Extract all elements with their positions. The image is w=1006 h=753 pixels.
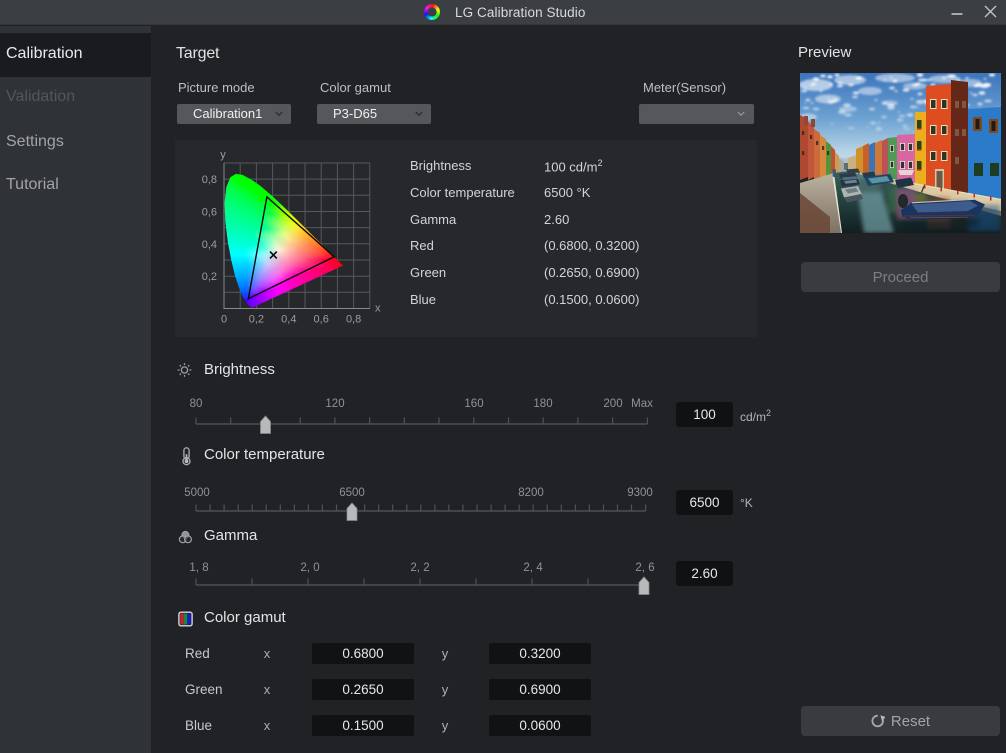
svg-text:0,6: 0,6: [202, 207, 217, 219]
svg-text:0,2: 0,2: [202, 271, 217, 283]
svg-text:y: y: [220, 149, 226, 161]
svg-text:0,6: 0,6: [314, 314, 329, 326]
svg-text:0,4: 0,4: [281, 314, 296, 326]
svg-text:0,8: 0,8: [346, 314, 361, 326]
svg-text:0,2: 0,2: [249, 314, 264, 326]
svg-text:0,4: 0,4: [202, 239, 217, 251]
svg-text:0,8: 0,8: [202, 174, 217, 186]
svg-text:0: 0: [221, 314, 227, 326]
svg-text:x: x: [375, 303, 381, 315]
